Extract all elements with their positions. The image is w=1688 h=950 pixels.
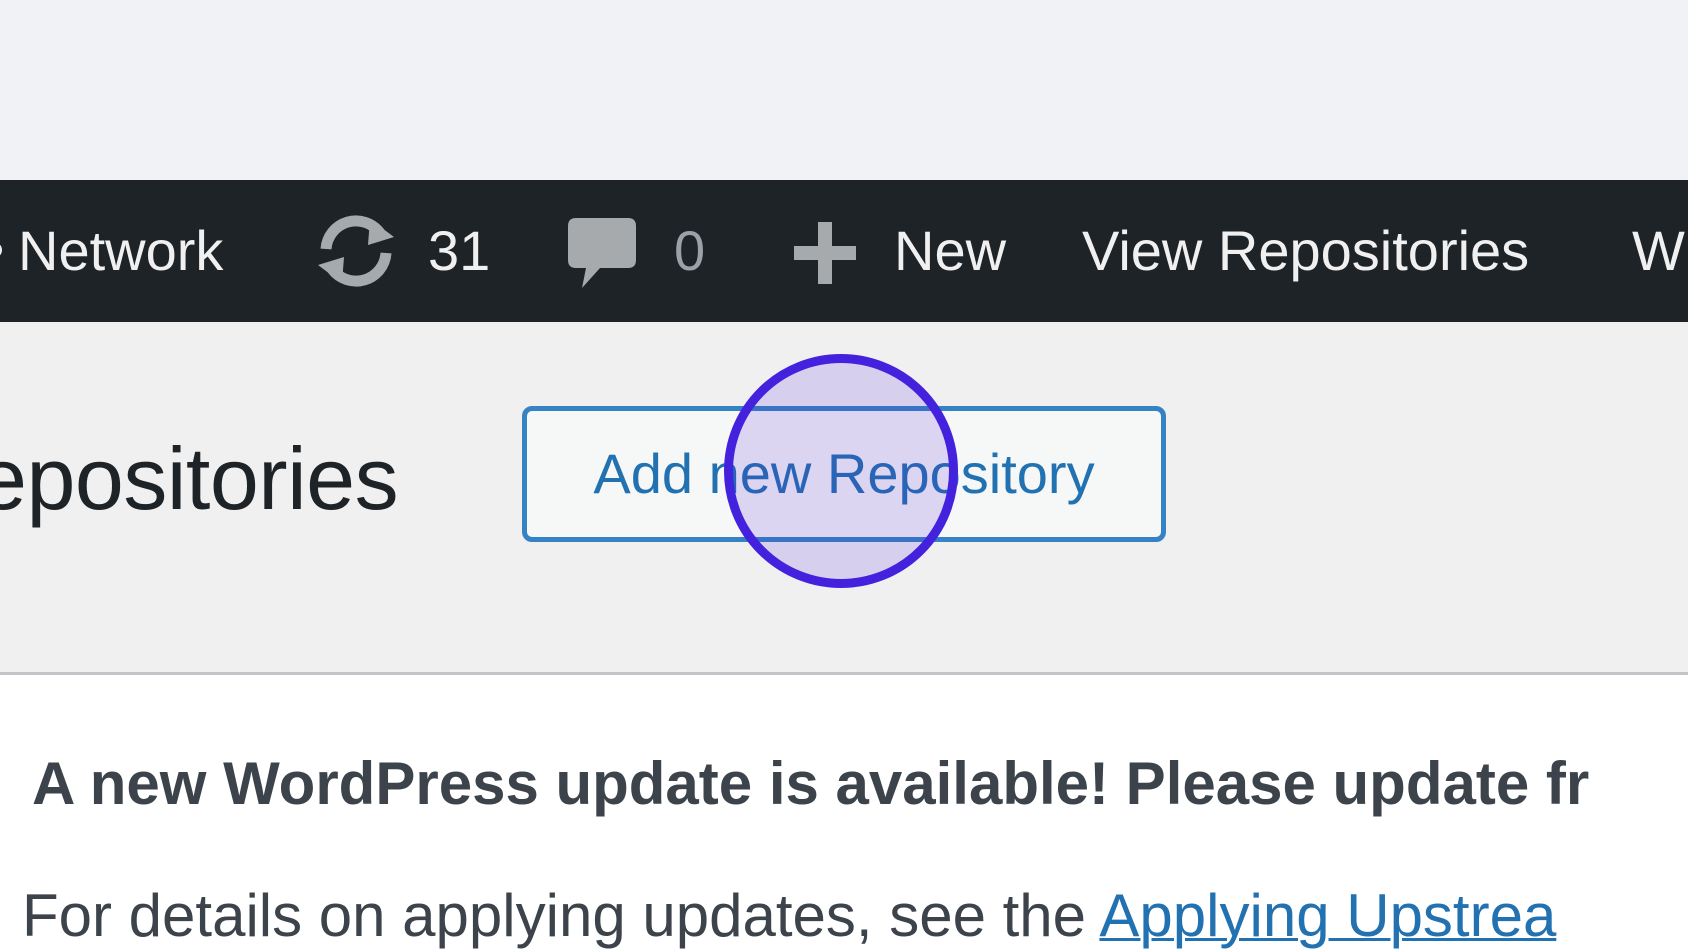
admin-bar-view-repositories[interactable]: View Repositories <box>1082 180 1529 322</box>
top-blank-area <box>0 0 1688 180</box>
refresh-icon <box>318 215 394 287</box>
new-label: New <box>894 219 1007 282</box>
admin-bar-truncated-item[interactable]: W <box>1632 180 1685 322</box>
comments-count: 0 <box>674 219 706 282</box>
updates-count: 31 <box>428 219 491 282</box>
admin-bar-new[interactable]: New <box>790 180 1020 322</box>
notice-title: A new WordPress update is available! Ple… <box>32 750 1590 817</box>
admin-bar-updates[interactable]: 31 <box>314 180 504 322</box>
plus-icon <box>794 222 856 284</box>
applying-upstream-link[interactable]: Applying Upstrea <box>1099 882 1556 949</box>
admin-bar: Network 31 0 New View Repositories W <box>0 180 1688 322</box>
admin-bar-comments[interactable]: 0 <box>566 180 716 322</box>
page-header: epositories Add new Repository <box>0 322 1688 674</box>
update-notice: A new WordPress update is available! Ple… <box>0 675 1688 950</box>
notice-body: For details on applying updates, see the… <box>22 881 1556 950</box>
network-icon <box>0 242 2 258</box>
add-new-repository-button[interactable]: Add new Repository <box>522 406 1166 542</box>
notice-body-text: For details on applying updates, see the <box>22 882 1100 949</box>
network-label: Network <box>18 219 224 282</box>
comment-bubble-icon <box>568 218 636 288</box>
page-title: epositories <box>0 429 399 528</box>
page: Network 31 0 New View Repositories W epo… <box>0 0 1688 950</box>
